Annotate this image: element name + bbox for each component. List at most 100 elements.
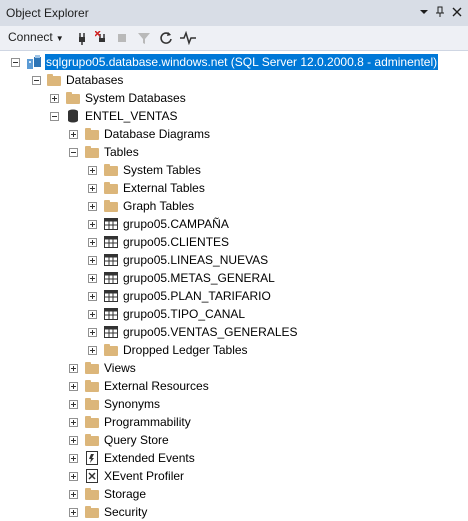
- tree-node-table[interactable]: grupo05.VENTAS_GENERALES: [0, 323, 468, 341]
- expand-toggle[interactable]: [69, 508, 78, 517]
- expand-toggle[interactable]: [88, 310, 97, 319]
- table-label: grupo05.CAMPAÑA: [123, 217, 229, 231]
- expand-toggle[interactable]: [69, 472, 78, 481]
- folder-icon: [84, 360, 100, 376]
- expand-toggle[interactable]: [88, 292, 97, 301]
- views-label: Views: [104, 361, 136, 375]
- table-label: grupo05.TIPO_CANAL: [123, 307, 246, 321]
- tree-node-programmability[interactable]: Programmability: [0, 413, 468, 431]
- collapse-toggle[interactable]: [32, 76, 41, 85]
- activity-monitor-icon[interactable]: [180, 30, 196, 46]
- external-tables-label: External Tables: [123, 181, 205, 195]
- tree-node-tables[interactable]: Tables: [0, 143, 468, 161]
- folder-icon: [84, 126, 100, 142]
- expand-toggle[interactable]: [88, 166, 97, 175]
- collapse-toggle[interactable]: [50, 112, 59, 121]
- xevent-profiler-label: XEvent Profiler: [104, 469, 185, 483]
- expand-toggle[interactable]: [88, 202, 97, 211]
- tree-node-dropped-ledger-tables[interactable]: Dropped Ledger Tables: [0, 341, 468, 359]
- tree-node-table[interactable]: grupo05.CAMPAÑA: [0, 215, 468, 233]
- tree-node-external-resources[interactable]: External Resources: [0, 377, 468, 395]
- object-explorer-titlebar: Object Explorer: [0, 0, 468, 26]
- expand-toggle[interactable]: [69, 400, 78, 409]
- folder-icon: [84, 396, 100, 412]
- tables-label: Tables: [104, 145, 139, 159]
- server-label: sqlgrupo05.database.windows.net (SQL Ser…: [43, 53, 440, 71]
- tree-node-xevent-profiler[interactable]: XEvent Profiler: [0, 467, 468, 485]
- expand-toggle[interactable]: [88, 274, 97, 283]
- expand-toggle[interactable]: [69, 436, 78, 445]
- expand-toggle[interactable]: [69, 382, 78, 391]
- connect-label: Connect: [8, 30, 53, 44]
- extended-events-label: Extended Events: [104, 451, 195, 465]
- stop-icon[interactable]: [114, 30, 130, 46]
- tree-node-external-tables[interactable]: External Tables: [0, 179, 468, 197]
- tree-node-views[interactable]: Views: [0, 359, 468, 377]
- table-icon: [103, 270, 119, 286]
- xevent-profiler-icon: [84, 468, 100, 484]
- table-icon: [103, 234, 119, 250]
- system-tables-label: System Tables: [123, 163, 201, 177]
- tree-node-synonyms[interactable]: Synonyms: [0, 395, 468, 413]
- tree-node-table[interactable]: grupo05.TIPO_CANAL: [0, 305, 468, 323]
- tree-node-table[interactable]: grupo05.PLAN_TARIFARIO: [0, 287, 468, 305]
- extended-events-icon: [84, 450, 100, 466]
- window-position-icon[interactable]: [416, 4, 432, 20]
- expand-toggle[interactable]: [69, 454, 78, 463]
- expand-toggle[interactable]: [69, 364, 78, 373]
- folder-icon: [103, 180, 119, 196]
- connect-object-explorer-icon[interactable]: [74, 30, 90, 46]
- tree-node-database-diagrams[interactable]: Database Diagrams: [0, 125, 468, 143]
- close-icon[interactable]: [449, 4, 465, 20]
- refresh-icon[interactable]: [158, 30, 174, 46]
- expand-toggle[interactable]: [88, 256, 97, 265]
- collapse-toggle[interactable]: [69, 148, 78, 157]
- synonyms-label: Synonyms: [104, 397, 161, 411]
- expand-toggle[interactable]: [88, 220, 97, 229]
- tree-node-system-tables[interactable]: System Tables: [0, 161, 468, 179]
- tree-node-table[interactable]: grupo05.METAS_GENERAL: [0, 269, 468, 287]
- tree-node-server[interactable]: sqlgrupo05.database.windows.net (SQL Ser…: [0, 53, 468, 71]
- tree-node-storage[interactable]: Storage: [0, 485, 468, 503]
- tree-node-extended-events[interactable]: Extended Events: [0, 449, 468, 467]
- programmability-label: Programmability: [104, 415, 191, 429]
- expand-toggle[interactable]: [88, 184, 97, 193]
- tree-node-system-databases[interactable]: System Databases: [0, 89, 468, 107]
- folder-icon: [46, 72, 62, 88]
- table-label: grupo05.PLAN_TARIFARIO: [123, 289, 271, 303]
- collapse-toggle[interactable]: [11, 58, 20, 67]
- table-label: grupo05.LINEAS_NUEVAS: [123, 253, 269, 267]
- graph-tables-label: Graph Tables: [123, 199, 195, 213]
- table-label: grupo05.CLIENTES: [123, 235, 230, 249]
- disconnect-icon[interactable]: [94, 30, 110, 46]
- tree-node-databases[interactable]: Databases: [0, 71, 468, 89]
- database-icon: [65, 108, 81, 124]
- pin-icon[interactable]: [432, 4, 448, 20]
- table-label: grupo05.VENTAS_GENERALES: [123, 325, 298, 339]
- tree-node-query-store[interactable]: Query Store: [0, 431, 468, 449]
- expand-toggle[interactable]: [69, 418, 78, 427]
- dropped-ledger-tables-label: Dropped Ledger Tables: [123, 343, 248, 357]
- tree-node-table[interactable]: grupo05.CLIENTES: [0, 233, 468, 251]
- expand-toggle[interactable]: [88, 238, 97, 247]
- connect-button[interactable]: Connect ▼: [8, 30, 64, 44]
- folder-icon: [103, 162, 119, 178]
- object-explorer-toolbar: Connect ▼: [0, 26, 468, 51]
- expand-toggle[interactable]: [50, 94, 59, 103]
- object-explorer-tree: sqlgrupo05.database.windows.net (SQL Ser…: [0, 51, 468, 521]
- folder-icon: [65, 90, 81, 106]
- table-icon: [103, 216, 119, 232]
- folder-icon: [103, 342, 119, 358]
- table-icon: [103, 288, 119, 304]
- server-icon: [26, 54, 42, 70]
- chevron-down-icon: ▼: [55, 34, 64, 43]
- expand-toggle[interactable]: [88, 346, 97, 355]
- tree-node-graph-tables[interactable]: Graph Tables: [0, 197, 468, 215]
- filter-icon[interactable]: [136, 30, 152, 46]
- tree-node-table[interactable]: grupo05.LINEAS_NUEVAS: [0, 251, 468, 269]
- tree-node-database-entel-ventas[interactable]: ENTEL_VENTAS: [0, 107, 468, 125]
- tree-node-security[interactable]: Security: [0, 503, 468, 521]
- expand-toggle[interactable]: [88, 328, 97, 337]
- expand-toggle[interactable]: [69, 490, 78, 499]
- expand-toggle[interactable]: [69, 130, 78, 139]
